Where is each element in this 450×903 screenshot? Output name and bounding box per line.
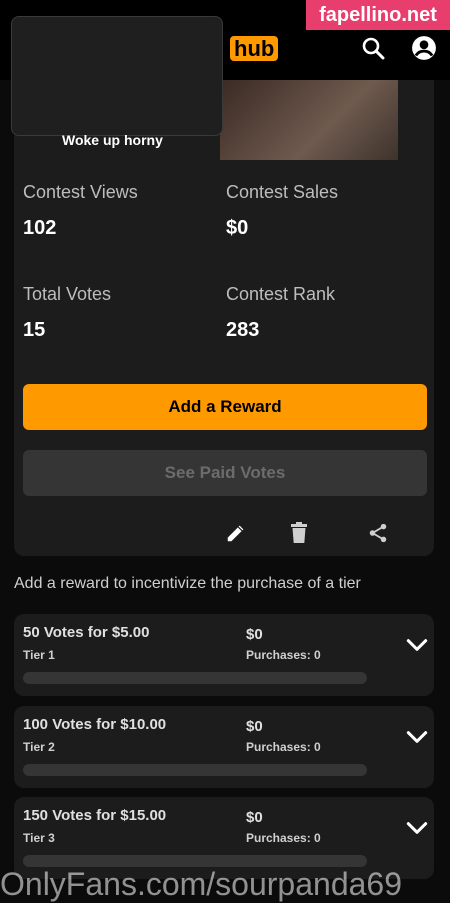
tier-title: 100 Votes for $10.00 (23, 716, 167, 733)
contest-rank-label: Contest Rank (226, 284, 336, 304)
tier-card-2[interactable]: 100 Votes for $10.00 Tier 2 $0 Purchases… (14, 706, 434, 788)
video-thumbnail[interactable] (220, 80, 398, 160)
contest-views-label: Contest Views (23, 182, 138, 202)
add-reward-button[interactable]: Add a Reward (23, 384, 427, 430)
tier-purchases: Purchases: 0 (246, 740, 321, 754)
account-icon[interactable] (410, 34, 438, 62)
tier-amount: $0 (246, 626, 263, 643)
contest-sales-value: $0 (226, 217, 249, 239)
watermark-site: fapellino.net (306, 0, 450, 30)
tier-amount: $0 (246, 809, 263, 826)
tier-label: Tier 1 (23, 648, 55, 662)
tier-progress-bar (23, 764, 367, 776)
video-title: Woke up horny (62, 132, 163, 148)
reward-hint-text: Add a reward to incentivize the purchase… (14, 575, 361, 592)
tier-label: Tier 2 (23, 740, 55, 754)
delete-icon[interactable] (286, 520, 312, 546)
chevron-down-icon[interactable] (404, 815, 430, 841)
contest-rank-value: 283 (226, 319, 260, 341)
tier-card-1[interactable]: 50 Votes for $5.00 Tier 1 $0 Purchases: … (14, 614, 434, 696)
redaction-box (11, 16, 223, 136)
total-votes-label: Total Votes (23, 284, 112, 304)
tier-label: Tier 3 (23, 831, 55, 845)
tier-purchases: Purchases: 0 (246, 831, 321, 845)
total-votes-value: 15 (23, 319, 46, 341)
contest-sales-label: Contest Sales (226, 182, 339, 202)
chevron-down-icon[interactable] (404, 724, 430, 750)
search-icon[interactable] (359, 34, 387, 62)
share-icon[interactable] (365, 520, 391, 546)
tier-progress-bar (23, 672, 367, 684)
edit-icon[interactable] (223, 520, 249, 546)
tier-purchases: Purchases: 0 (246, 648, 321, 662)
chevron-down-icon[interactable] (404, 632, 430, 658)
tier-amount: $0 (246, 718, 263, 735)
watermark-onlyfans: OnlyFans.com/sourpanda69 (0, 866, 402, 902)
tier-title: 150 Votes for $15.00 (23, 807, 167, 824)
contest-views-value: 102 (23, 217, 57, 239)
site-logo[interactable]: hub (228, 36, 279, 62)
tier-title: 50 Votes for $5.00 (23, 624, 150, 641)
logo-hub: hub (230, 36, 279, 61)
see-paid-votes-button[interactable]: See Paid Votes (23, 450, 427, 496)
